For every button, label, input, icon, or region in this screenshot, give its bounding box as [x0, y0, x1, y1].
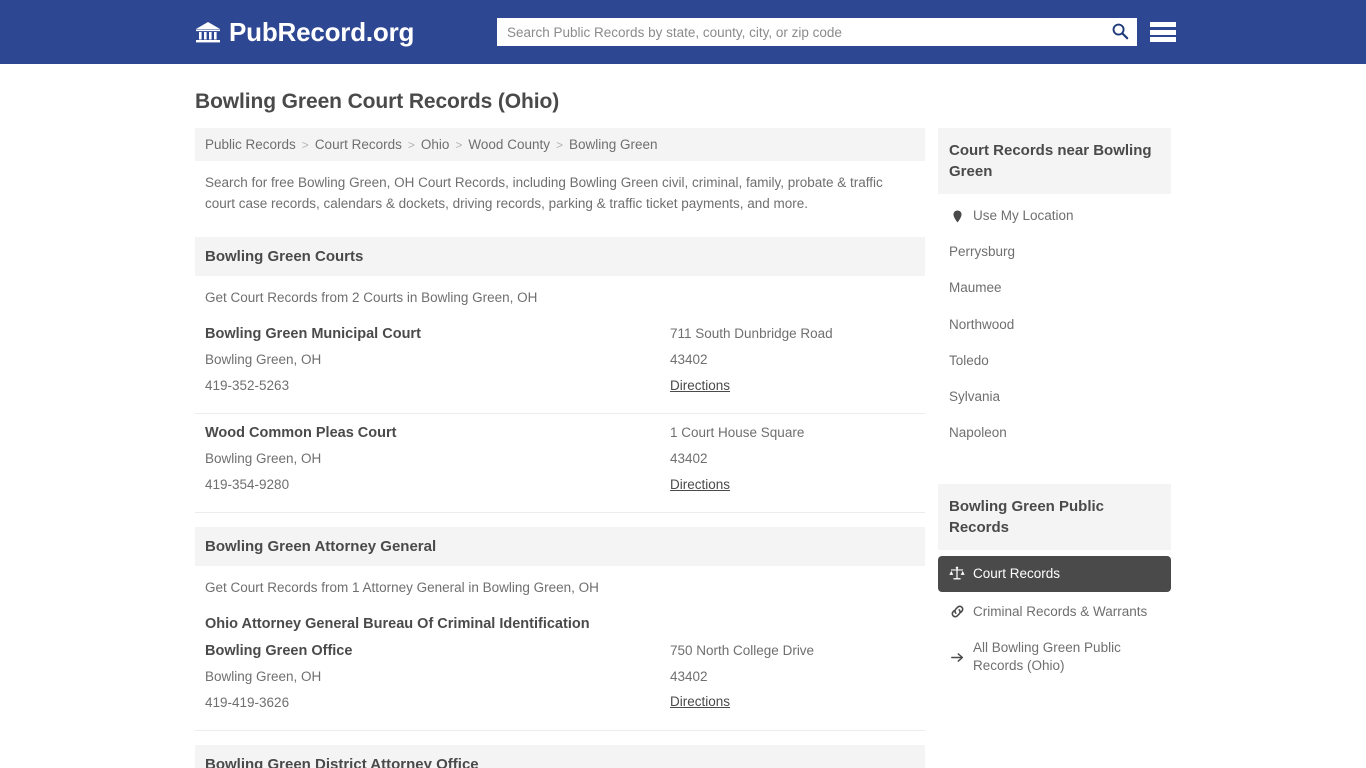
sidebar-item-label: Sylvania [949, 389, 1001, 405]
nearby-records-panel: Court Records near Bowling Green Use My … [938, 128, 1171, 452]
record-city-state: Bowling Green, OH [205, 668, 322, 684]
record-entry: Wood Common Pleas Court Bowling Green, OH… [195, 414, 925, 514]
sidebar-item-label: Napoleon [949, 425, 1007, 441]
section-subtext: Get Court Records from 1 Attorney Genera… [205, 580, 599, 596]
record-entry-left: Ohio Attorney General Bureau Of Criminal… [205, 611, 670, 716]
sidebar-item-sylvania[interactable]: Sylvania [938, 379, 1171, 415]
sidebar-item-label: Toledo [949, 352, 989, 368]
sidebar-item-perrysburg[interactable]: Perrysburg [938, 234, 1171, 270]
balance-scale-icon [949, 566, 965, 582]
record-address: 711 South Dunbridge Road [670, 325, 833, 341]
search-bar [497, 18, 1137, 46]
site-header: PubRecord.org [0, 0, 1366, 64]
nearby-panel-list: Use My Location Perrysburg Maumee Northwood… [938, 194, 1171, 452]
sidebar-item-label: All Bowling Green Public Records (Ohio) [973, 639, 1121, 674]
record-entry-right: 750 North College Drive 43402 Directions [670, 611, 915, 716]
hamburger-menu-icon [1150, 22, 1176, 27]
section-heading: Bowling Green District Attorney Office [195, 744, 925, 768]
record-zip: 43402 [670, 351, 708, 367]
public-records-panel: Bowling Green Public Records Court Recor… [938, 483, 1171, 685]
main-content: Public Records > Court Records > Ohio > Wood C… [195, 128, 925, 768]
sidebar-item-court-records[interactable]: Court Records [938, 555, 1171, 592]
search-icon [1111, 22, 1129, 43]
sidebar-item-label: Use My Location [973, 208, 1074, 223]
record-phone: 419-419-3626 [205, 694, 290, 710]
sidebar-item-label: Maumee [949, 280, 1002, 296]
breadcrumb-item-public-records[interactable]: Public Records [205, 137, 296, 152]
hamburger-menu-button[interactable] [1150, 19, 1176, 45]
map-pin-icon [949, 208, 965, 224]
record-name-line2: Bowling Green Office [205, 642, 353, 659]
sidebar-item-label: Court Records [973, 565, 1061, 581]
directions-link[interactable]: Directions [670, 472, 730, 498]
hamburger-menu-icon-bar3 [1150, 37, 1176, 42]
record-name: Bowling Green Municipal Court [205, 325, 421, 342]
record-zip: 43402 [670, 668, 708, 684]
page-container: Bowling Green Court Records (Ohio) Publi… [0, 90, 1366, 768]
breadcrumb-item-ohio[interactable]: Ohio [421, 137, 450, 152]
page-intro-text: Search for free Bowling Green, OH Court … [205, 175, 883, 211]
record-name: Wood Common Pleas Court [205, 425, 397, 442]
nearby-panel-title: Court Records near Bowling Green [938, 128, 1171, 194]
record-entry-left: Bowling Green Municipal Court Bowling Gre… [205, 321, 670, 399]
sidebar-item-label: Perrysburg [949, 244, 1016, 260]
breadcrumb-separator: > [455, 137, 463, 152]
record-address: 750 North College Drive [670, 642, 815, 658]
sidebar-item-northwood[interactable]: Northwood [938, 307, 1171, 343]
site-logo-text: PubRecord.org [229, 16, 415, 47]
sidebar-item-criminal-records-warrants[interactable]: Criminal Records & Warrants [938, 594, 1171, 630]
search-input[interactable] [497, 19, 1103, 45]
page-title: Bowling Green Court Records (Ohio) [195, 90, 560, 113]
breadcrumb-item-bowling-green[interactable]: Bowling Green [569, 137, 658, 152]
record-entry-right: 711 South Dunbridge Road 43402 Directions [670, 321, 915, 399]
record-address: 1 Court House Square [670, 425, 805, 441]
search-button[interactable] [1103, 19, 1137, 45]
chain-link-icon [949, 604, 965, 620]
record-right-pad [670, 611, 915, 637]
breadcrumb-separator: > [555, 137, 563, 152]
sections-host: Bowling Green Courts Get Court Records fr… [195, 236, 925, 768]
record-city-state: Bowling Green, OH [205, 352, 322, 368]
record-entry-right: 1 Court House Square 43402 Directions [670, 420, 915, 498]
breadcrumb-item-wood-county[interactable]: Wood County [468, 137, 550, 152]
records-panel-list: Court Records Criminal Records & Warrants… [938, 550, 1171, 685]
directions-link[interactable]: Directions [670, 689, 730, 715]
sidebar-item-napoleon[interactable]: Napoleon [938, 415, 1171, 451]
record-entry-left: Wood Common Pleas Court Bowling Green, OH… [205, 420, 670, 498]
page-layout: Public Records > Court Records > Ohio > Wood C… [195, 128, 1171, 768]
breadcrumb-separator: > [407, 137, 415, 152]
record-entry: Bowling Green Municipal Court Bowling Gre… [195, 315, 925, 415]
record-zip: 43402 [670, 450, 708, 466]
section-heading: Bowling Green Courts [195, 236, 925, 276]
sidebar-item-use-my-location[interactable]: Use My Location [938, 198, 1171, 234]
record-name: Ohio Attorney General Bureau Of Criminal… [205, 616, 590, 633]
directions-link[interactable]: Directions [670, 373, 730, 399]
sidebar-item-toledo[interactable]: Toledo [938, 343, 1171, 379]
section-heading: Bowling Green Attorney General [195, 527, 925, 567]
breadcrumb-separator: > [301, 137, 309, 152]
record-phone: 419-352-5263 [205, 378, 290, 394]
hamburger-menu-icon-bar2 [1150, 29, 1176, 35]
section-subtext: Get Court Records from 2 Courts in Bowli… [205, 289, 538, 305]
sidebar-item-label: Northwood [949, 316, 1015, 332]
record-phone: 419-354-9280 [205, 477, 290, 493]
records-panel-title: Bowling Green Public Records [938, 483, 1171, 550]
sidebar-item-label: Criminal Records & Warrants [973, 603, 1148, 619]
sidebar-item-maumee[interactable]: Maumee [938, 270, 1171, 306]
breadcrumb-item-court-records[interactable]: Court Records [315, 137, 402, 152]
record-city-state: Bowling Green, OH [205, 451, 322, 467]
record-entry: Ohio Attorney General Bureau Of Criminal… [195, 605, 925, 731]
sidebar-item-all-bowling-green-public-records-ohio[interactable]: All Bowling Green Public Records (Ohio) [938, 630, 1171, 684]
site-logo[interactable]: PubRecord.org [195, 17, 414, 48]
arrow-right-icon [949, 649, 965, 665]
breadcrumb: Public Records > Court Records > Ohio > Wood C… [195, 128, 925, 161]
sidebar: Court Records near Bowling Green Use My … [938, 128, 1171, 684]
bank-building-icon [195, 20, 221, 44]
